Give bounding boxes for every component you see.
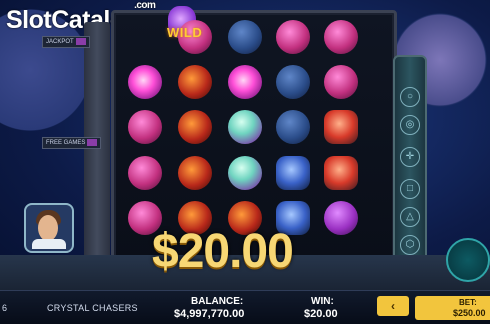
game-title: CRYSTAL CHASERS — [47, 303, 138, 313]
crystal-gem-symbol — [228, 156, 262, 190]
bet-button[interactable]: BET: $250.00 — [415, 296, 490, 320]
square-icon: □ — [400, 179, 420, 199]
wild-label: WILD — [167, 25, 203, 40]
radar-icon — [446, 238, 490, 282]
blue-spaceship-symbol — [276, 156, 310, 190]
triangle-icon: △ — [400, 207, 420, 227]
jackpot-tag: JACKPOT — [42, 36, 90, 48]
blue-asteroid-symbol — [276, 110, 310, 144]
bet-label: BET: — [459, 298, 477, 307]
glowing-pink-orb-symbol — [228, 65, 262, 99]
red-rocket-symbol — [324, 110, 358, 144]
blue-asteroid-symbol — [276, 65, 310, 99]
avatar — [24, 203, 74, 253]
left-meter-panel — [84, 22, 110, 284]
pink-planet-symbol — [324, 20, 358, 54]
left-number: 6 — [2, 303, 8, 313]
prev-arrow-button[interactable]: ‹ — [377, 296, 409, 316]
balance-value: $4,997,770.00 — [174, 308, 245, 320]
pink-planet-symbol — [128, 110, 162, 144]
pink-planet-symbol — [324, 65, 358, 99]
target-icon: ◎ — [400, 115, 420, 135]
red-cracked-orb-symbol — [178, 156, 212, 190]
win-value: $20.00 — [304, 308, 338, 320]
win-label: WIN: — [311, 296, 334, 307]
avatar-suit — [32, 239, 66, 249]
watermark-slot: Slot — [6, 6, 52, 34]
crystal-gem-symbol — [228, 110, 262, 144]
crosshair-icon: ✛ — [400, 147, 420, 167]
circle-icon: ○ — [400, 87, 420, 107]
jackpot-label: JACKPOT — [46, 39, 74, 45]
bet-value: $250.00 — [453, 308, 486, 318]
win-amount-display: $20.00 — [152, 225, 294, 278]
avatar-face — [38, 215, 58, 241]
free-games-label: FREE GAMES — [46, 140, 86, 146]
free-games-tag: FREE GAMES — [42, 137, 102, 149]
purple-planet-symbol — [324, 201, 358, 235]
blue-asteroid-symbol — [228, 20, 262, 54]
red-cracked-orb-symbol — [178, 65, 212, 99]
right-control-panel: ○ ◎ ✛ □ △ ⬡ — [393, 55, 427, 289]
jackpot-marker — [75, 37, 86, 45]
pink-planet-symbol — [128, 156, 162, 190]
red-rocket-symbol — [324, 156, 358, 190]
free-games-marker — [87, 138, 98, 146]
red-cracked-orb-symbol — [178, 110, 212, 144]
balance-label: BALANCE: — [191, 296, 244, 307]
hexagon-icon: ⬡ — [400, 235, 420, 255]
glowing-pink-orb-symbol — [128, 65, 162, 99]
pink-planet-symbol — [276, 20, 310, 54]
